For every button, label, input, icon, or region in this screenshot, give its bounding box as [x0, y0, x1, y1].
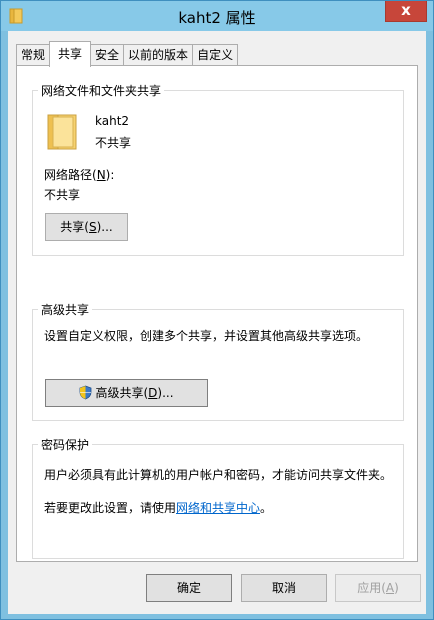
window-title: kaht2 属性: [178, 9, 256, 27]
uac-shield-icon: [80, 385, 92, 400]
tab-general[interactable]: 常规: [16, 44, 51, 67]
properties-window: kaht2 属性 x 常规 共享 安全 以前的版本 自定义 网络文件和文件夹共享…: [0, 0, 434, 620]
tab-security[interactable]: 安全: [90, 44, 125, 67]
network-sharing-group: 网络文件和文件夹共享 kaht2 不共享 网络路径(N): 不共享 共享(S).…: [32, 82, 404, 256]
network-path-label: 网络路径(N):: [44, 168, 115, 182]
folder-icon: [47, 114, 77, 150]
close-button[interactable]: x: [385, 1, 427, 22]
password-protection-group: 密码保护 用户必须具有此计算机的用户帐户和密码，才能访问共享文件夹。 若要更改此…: [32, 436, 404, 559]
cancel-button[interactable]: 取消: [241, 574, 327, 602]
password-protection-heading: 密码保护: [38, 436, 93, 453]
password-protection-description: 用户必须具有此计算机的用户帐户和密码，才能访问共享文件夹。: [44, 468, 393, 482]
tab-customize[interactable]: 自定义: [192, 44, 239, 67]
advanced-sharing-description: 设置自定义权限，创建多个共享，并设置其他高级共享选项。: [44, 329, 369, 343]
ok-button[interactable]: 确定: [146, 574, 232, 602]
share-status: 不共享: [95, 136, 132, 150]
sharing-tab-pane: 网络文件和文件夹共享 kaht2 不共享 网络路径(N): 不共享 共享(S).…: [16, 65, 418, 562]
advanced-sharing-heading: 高级共享: [38, 301, 93, 318]
title-bar[interactable]: kaht2 属性 x: [1, 1, 433, 31]
advanced-sharing-group: 高级共享 设置自定义权限，创建多个共享，并设置其他高级共享选项。 高级共享(D)…: [32, 301, 404, 421]
network-sharing-center-link[interactable]: 网络和共享中心: [176, 501, 260, 515]
tab-strip: 常规 共享 安全 以前的版本 自定义: [16, 41, 239, 67]
network-sharing-heading: 网络文件和文件夹共享: [38, 82, 165, 99]
share-button[interactable]: 共享(S)...: [45, 213, 128, 241]
apply-button[interactable]: 应用(A): [335, 574, 421, 602]
tab-sharing[interactable]: 共享: [49, 41, 92, 67]
folder-name: kaht2: [95, 114, 130, 128]
advanced-sharing-button[interactable]: 高级共享(D)...: [45, 379, 208, 407]
password-protection-change-text: 若要更改此设置，请使用网络和共享中心。: [44, 501, 273, 515]
dialog-client: 常规 共享 安全 以前的版本 自定义 网络文件和文件夹共享 kaht2 不共享 …: [8, 31, 426, 614]
network-path-value: 不共享: [44, 188, 81, 202]
tab-previous-versions[interactable]: 以前的版本: [123, 44, 194, 67]
